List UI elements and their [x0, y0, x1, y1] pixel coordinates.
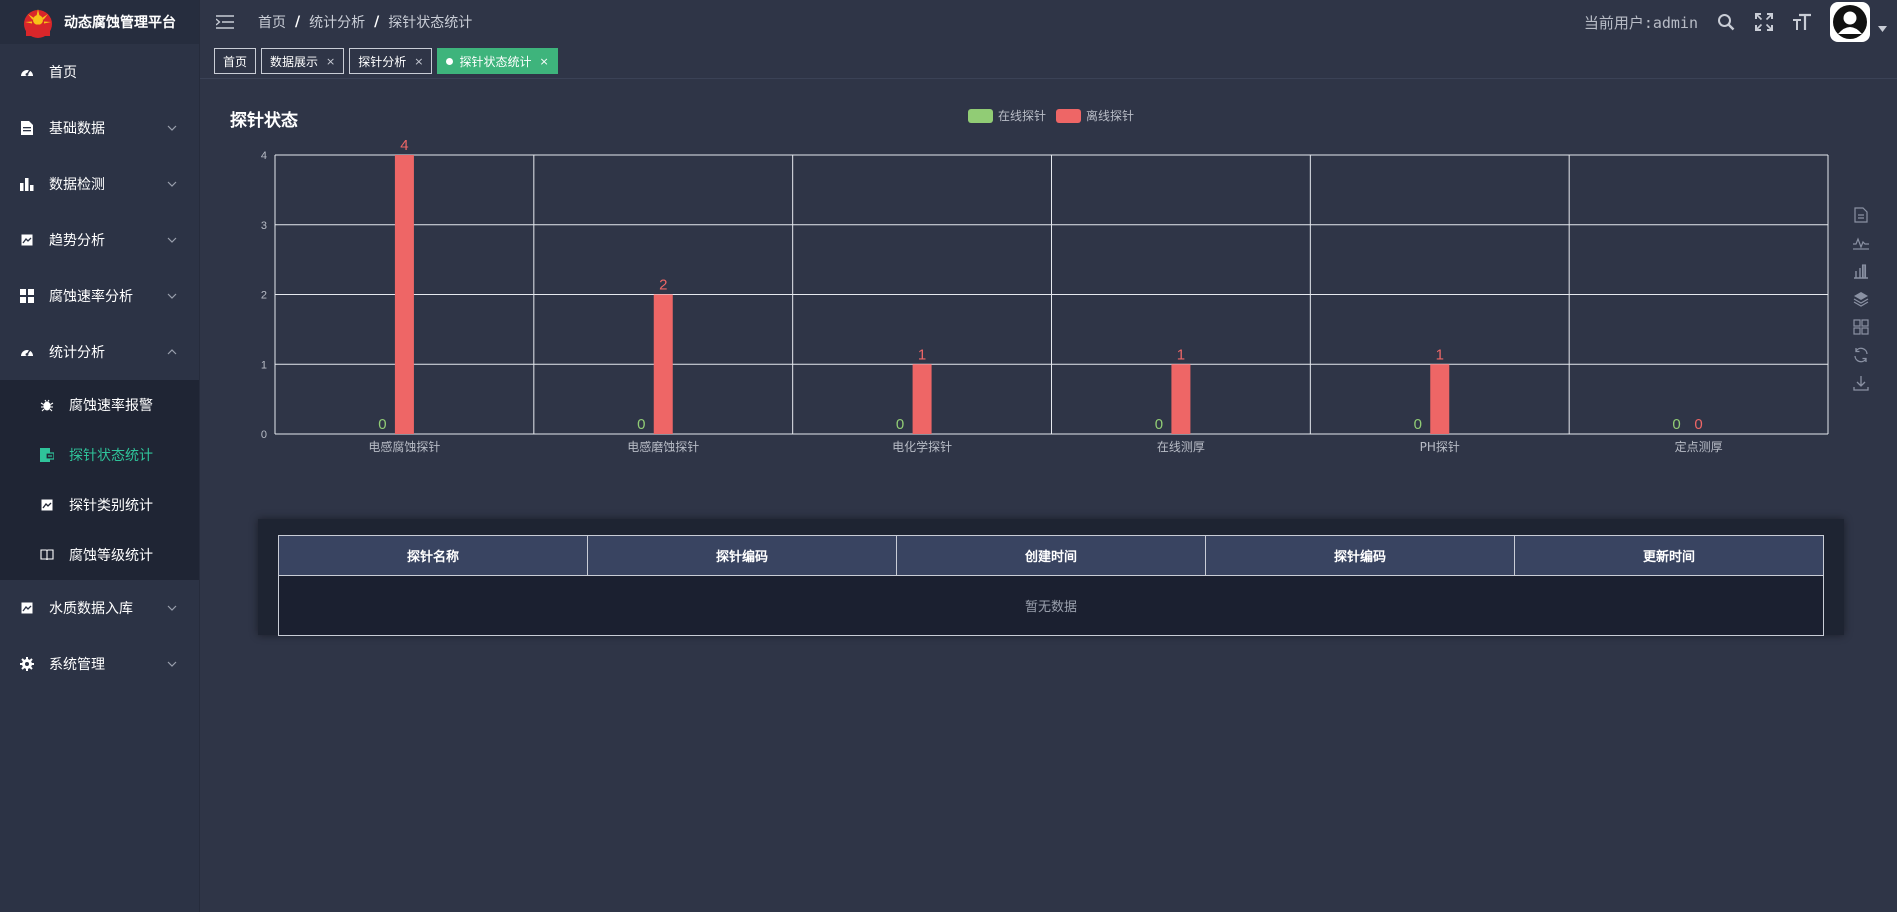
y-tick-label: 2: [261, 290, 267, 302]
data-label: 1: [918, 346, 926, 363]
column-header-probe-code-2[interactable]: 探针编码: [1205, 535, 1515, 576]
stack-icon[interactable]: [1852, 290, 1870, 308]
data-label: 1: [1177, 346, 1185, 363]
data-label: 2: [659, 277, 667, 294]
data-label: 0: [378, 416, 386, 433]
probe-table-card: 探针名称 探针编码 创建时间 探针编码 更新时间 暂无数据: [258, 519, 1844, 636]
x-tick-label: 定点测厚: [1675, 439, 1723, 454]
bar-offline: [912, 364, 932, 434]
sidebar-item-label: 探针类别统计: [69, 498, 153, 514]
chevron-down-icon: [167, 661, 177, 667]
sidebar-item-label: 系统管理: [49, 657, 105, 673]
data-label: 0: [637, 416, 645, 433]
download-icon[interactable]: [1852, 374, 1870, 392]
sidebar-item-label: 腐蚀等级统计: [69, 548, 153, 564]
data-label: 0: [1694, 416, 1702, 433]
bar-offline: [1430, 364, 1450, 434]
chart-toolbox: [1852, 206, 1874, 402]
data-label: 0: [1155, 416, 1163, 433]
image-icon: [20, 601, 34, 615]
y-tick-label: 0: [261, 429, 267, 441]
probe-table: 探针名称 探针编码 创建时间 探针编码 更新时间 暂无数据: [278, 535, 1824, 636]
refresh-icon[interactable]: [1852, 346, 1870, 364]
gear-icon: [20, 657, 34, 671]
column-header-probe-code[interactable]: 探针编码: [587, 535, 897, 576]
column-header-created-time[interactable]: 创建时间: [896, 535, 1206, 576]
bar-chart-icon[interactable]: [1852, 262, 1870, 280]
data-label: 1: [1436, 346, 1444, 363]
y-tick-label: 1: [261, 359, 267, 371]
data-label: 4: [400, 137, 408, 154]
column-header-updated-time[interactable]: 更新时间: [1514, 535, 1824, 576]
data-view-icon[interactable]: [1852, 206, 1870, 224]
x-tick-label: 电感磨蚀探针: [627, 439, 699, 454]
x-tick-label: 电化学探针: [892, 439, 952, 454]
x-tick-label: 在线测厚: [1157, 440, 1205, 454]
sidebar-item-probe-category[interactable]: 探针类别统计: [0, 480, 199, 530]
bar-offline: [653, 294, 673, 434]
data-label: 0: [1672, 416, 1680, 433]
line-chart-icon[interactable]: [1852, 234, 1870, 252]
table-empty-row: 暂无数据: [278, 575, 1824, 636]
table-header-row: 探针名称 探针编码 创建时间 探针编码 更新时间: [278, 535, 1824, 576]
empty-placeholder: 暂无数据: [278, 575, 1824, 636]
book-icon: [40, 548, 54, 562]
y-tick-label: 3: [261, 220, 267, 232]
data-label: 0: [1414, 416, 1422, 433]
sidebar-menu-bottom: 水质数据入库 系统管理: [0, 580, 199, 692]
bar-offline: [1171, 364, 1191, 434]
tiled-icon[interactable]: [1852, 318, 1870, 336]
sidebar-item-label: 水质数据入库: [49, 601, 133, 617]
bar-chart: 0 1 2 3 4 电感腐蚀探针 电感磨蚀探针 电化学探针 在线测厚 PH探针 定点测厚 0 4 0 2 0 1…: [261, 137, 1829, 454]
bar-offline: [394, 155, 414, 434]
y-tick-label: 4: [261, 150, 267, 162]
sidebar-item-corrosion-level[interactable]: 腐蚀等级统计: [0, 530, 199, 580]
data-label: 0: [896, 416, 904, 433]
x-tick-label: PH探针: [1420, 439, 1460, 454]
column-header-probe-name[interactable]: 探针名称: [278, 535, 588, 576]
x-tick-label: 电感腐蚀探针: [368, 439, 440, 454]
sidebar-item-system-management[interactable]: 系统管理: [0, 636, 199, 692]
image-icon: [40, 498, 54, 512]
chevron-down-icon: [167, 605, 177, 611]
sidebar-item-water-quality[interactable]: 水质数据入库: [0, 580, 199, 636]
